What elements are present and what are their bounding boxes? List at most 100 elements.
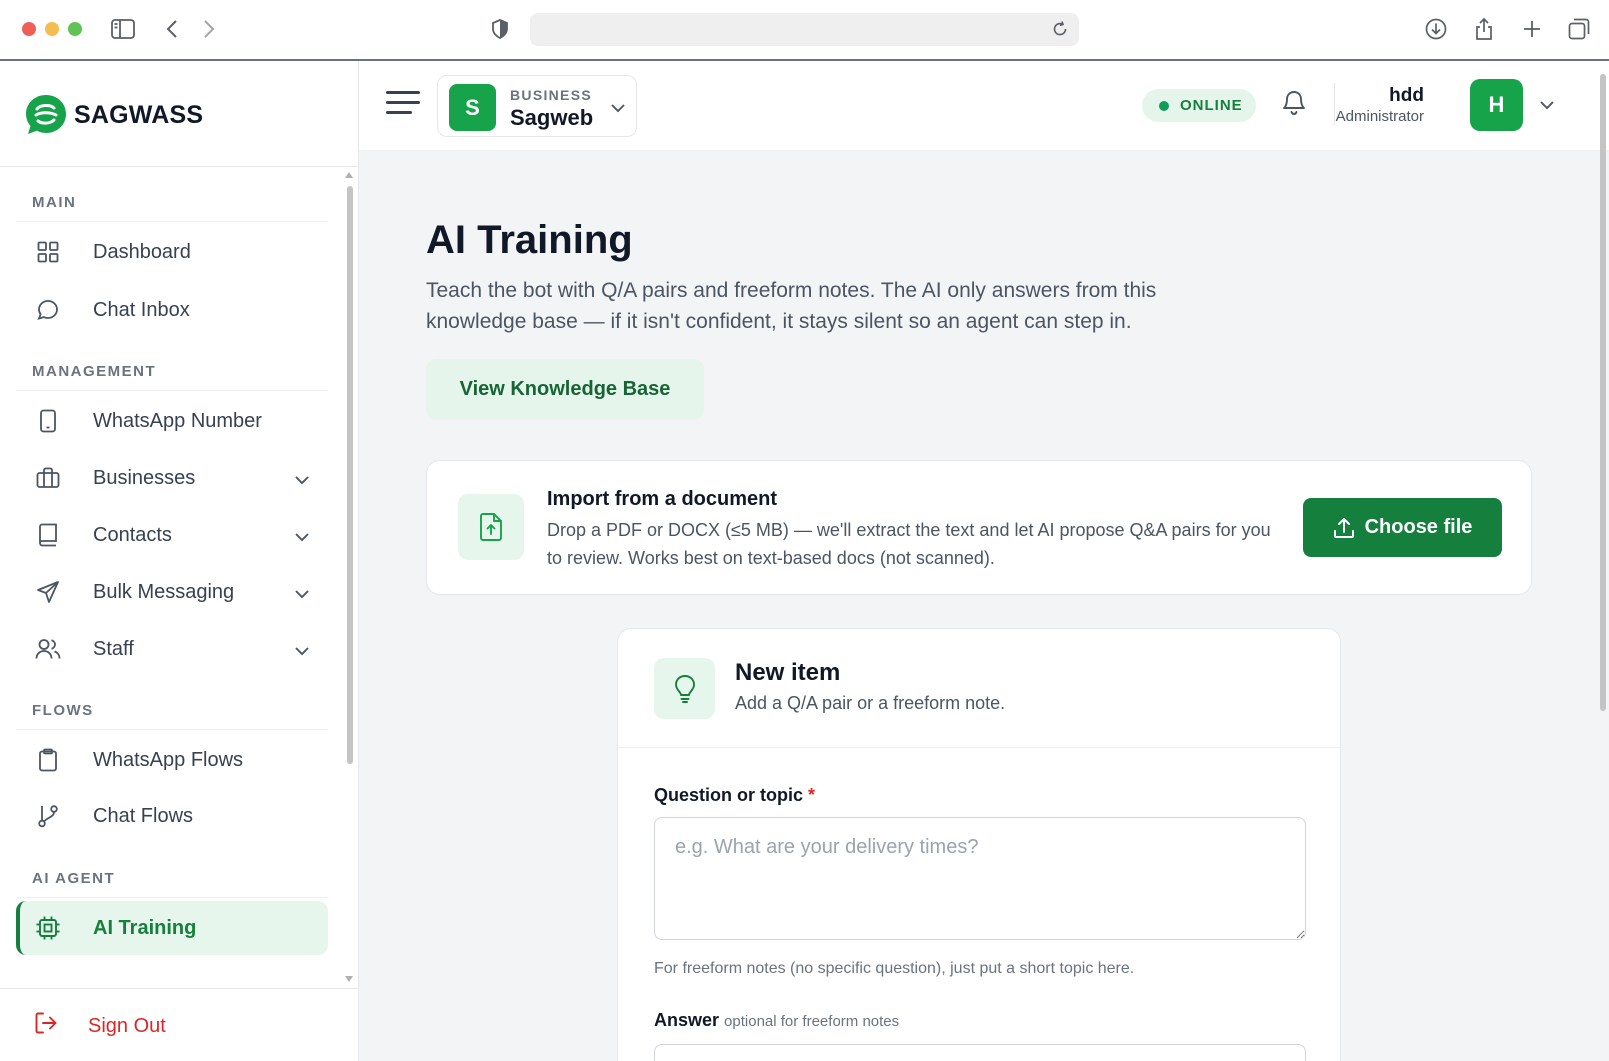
sidebar-item-bulk-messaging[interactable]: Bulk Messaging [16, 565, 328, 619]
import-description: Drop a PDF or DOCX (≤5 MB) — we'll extra… [547, 520, 1271, 568]
brand-logo[interactable]: SAGWASS [24, 93, 203, 137]
sidebar-item-staff[interactable]: Staff [16, 622, 328, 676]
sidebar-item-contacts[interactable]: Contacts [16, 508, 328, 562]
chevron-down-icon[interactable] [294, 525, 310, 548]
required-mark: * [808, 785, 816, 805]
section-title-ai-agent: AI AGENT [32, 870, 116, 887]
sidebar-item-label: Staff [93, 637, 134, 660]
avatar[interactable]: H [1470, 79, 1523, 131]
grid-icon [34, 238, 62, 266]
divider [16, 221, 328, 222]
answer-input[interactable] [654, 1044, 1306, 1061]
choose-file-button[interactable]: Choose file [1303, 498, 1502, 557]
scroll-up-arrow[interactable] [345, 172, 353, 178]
section-title-main: MAIN [32, 194, 77, 211]
sidebar-item-label: WhatsApp Flows [93, 748, 244, 771]
sidebar-item-whatsapp-number[interactable]: WhatsApp Number [16, 394, 328, 448]
view-knowledge-base-button[interactable]: View Knowledge Base [426, 359, 704, 420]
users-icon [34, 635, 62, 663]
new-item-card: New item Add a Q/A pair or a freeform no… [617, 628, 1341, 1061]
chevron-down-icon [610, 100, 626, 118]
sidebar-item-chat-flows[interactable]: Chat Flows [16, 789, 328, 843]
reload-icon[interactable] [1051, 20, 1069, 43]
sidebar-item-label: WhatsApp Number [93, 409, 262, 432]
import-title: Import from a document [547, 488, 778, 510]
clipboard-icon [34, 746, 62, 774]
chat-bubble-icon [34, 296, 62, 324]
sign-out-icon [34, 1011, 58, 1041]
sagwass-logo-icon [26, 95, 66, 134]
sign-out-button[interactable]: Sign Out [34, 1011, 166, 1041]
section-title-management: MANAGEMENT [32, 363, 157, 380]
bell-icon[interactable] [1281, 89, 1307, 122]
upload-icon [1333, 517, 1354, 538]
chevron-down-icon[interactable] [294, 582, 310, 605]
sidebar-item-dashboard[interactable]: Dashboard [16, 225, 328, 279]
scrollbar-thumb[interactable] [347, 186, 353, 764]
answer-label: Answer optional for freeform notes [654, 1010, 899, 1031]
sidebar-item-label: AI Training [93, 916, 197, 939]
lightbulb-icon [654, 658, 715, 719]
share-icon[interactable] [1469, 14, 1499, 44]
sidebar-item-label: Chat Inbox [93, 298, 190, 321]
chevron-down-icon[interactable] [1539, 97, 1555, 115]
import-document-card: Import from a document Drop a PDF or DOC… [426, 460, 1532, 595]
chevron-down-icon[interactable] [294, 468, 310, 491]
divider [16, 729, 328, 730]
choose-file-label: Choose file [1364, 516, 1473, 538]
question-label-text: Question or topic [654, 785, 804, 805]
window-minimize-button[interactable] [45, 22, 59, 36]
page-title: AI Training [426, 218, 633, 262]
brand-name: SAGWASS [74, 100, 204, 129]
divider [618, 747, 1340, 748]
sidebar-item-label: Businesses [93, 466, 196, 489]
window-zoom-button[interactable] [68, 22, 82, 36]
scrollbar-thumb[interactable] [1600, 74, 1606, 711]
address-bar[interactable] [530, 13, 1079, 46]
card-title: New item [735, 659, 841, 686]
business-kicker: BUSINESS [510, 87, 592, 103]
sidebar-item-label: Contacts [93, 523, 172, 546]
sidebar-item-label: Dashboard [93, 240, 191, 263]
tab-overview-icon[interactable] [1564, 14, 1594, 44]
sidebar-item-label: Bulk Messaging [93, 580, 235, 603]
send-icon [34, 578, 62, 606]
question-hint: For freeform notes (no specific question… [654, 960, 1135, 977]
page-scrollbar[interactable] [1599, 66, 1607, 711]
user-role: Administrator [1335, 108, 1424, 125]
status-dot [1159, 100, 1169, 111]
forward-icon[interactable] [194, 14, 224, 44]
downloads-icon[interactable] [1421, 14, 1451, 44]
question-label: Question or topic * [654, 785, 815, 806]
top-header: S BUSINESS Sagweb ONLINE hdd Administrat… [359, 61, 1609, 151]
chevron-down-icon[interactable] [294, 639, 310, 662]
section-title-flows: FLOWS [32, 702, 94, 719]
briefcase-icon [34, 464, 62, 492]
book-icon [34, 521, 62, 549]
back-icon[interactable] [157, 14, 187, 44]
status-text: ONLINE [1180, 97, 1243, 114]
sidebar-item-chat-inbox[interactable]: Chat Inbox [16, 283, 328, 337]
scroll-down-arrow[interactable] [345, 976, 353, 982]
window-close-button[interactable] [22, 22, 36, 36]
cpu-icon [34, 914, 62, 942]
privacy-shield-icon[interactable] [485, 14, 515, 44]
sidebar-item-ai-training[interactable]: AI Training [16, 901, 328, 955]
question-input[interactable] [654, 817, 1306, 940]
sidebar: SAGWASS MAIN Dashboard Chat Inbox MANAGE… [0, 61, 359, 1061]
status-badge: ONLINE [1142, 89, 1256, 122]
sidebar-item-businesses[interactable]: Businesses [16, 451, 328, 505]
git-branch-icon [34, 802, 62, 830]
business-switcher[interactable]: S BUSINESS Sagweb [437, 75, 637, 137]
sidebar-scrollbar[interactable] [344, 172, 354, 982]
sidebar-toggle-icon[interactable] [108, 14, 138, 44]
browser-toolbar [0, 0, 1609, 61]
file-upload-icon [458, 494, 524, 560]
sidebar-item-whatsapp-flows[interactable]: WhatsApp Flows [16, 733, 328, 787]
sign-out-label: Sign Out [88, 1014, 166, 1037]
phone-icon [34, 407, 62, 435]
answer-label-text: Answer [654, 1010, 720, 1030]
new-tab-icon[interactable] [1517, 14, 1547, 44]
card-subtitle: Add a Q/A pair or a freeform note. [735, 693, 1006, 713]
menu-toggle-button[interactable] [386, 89, 420, 117]
